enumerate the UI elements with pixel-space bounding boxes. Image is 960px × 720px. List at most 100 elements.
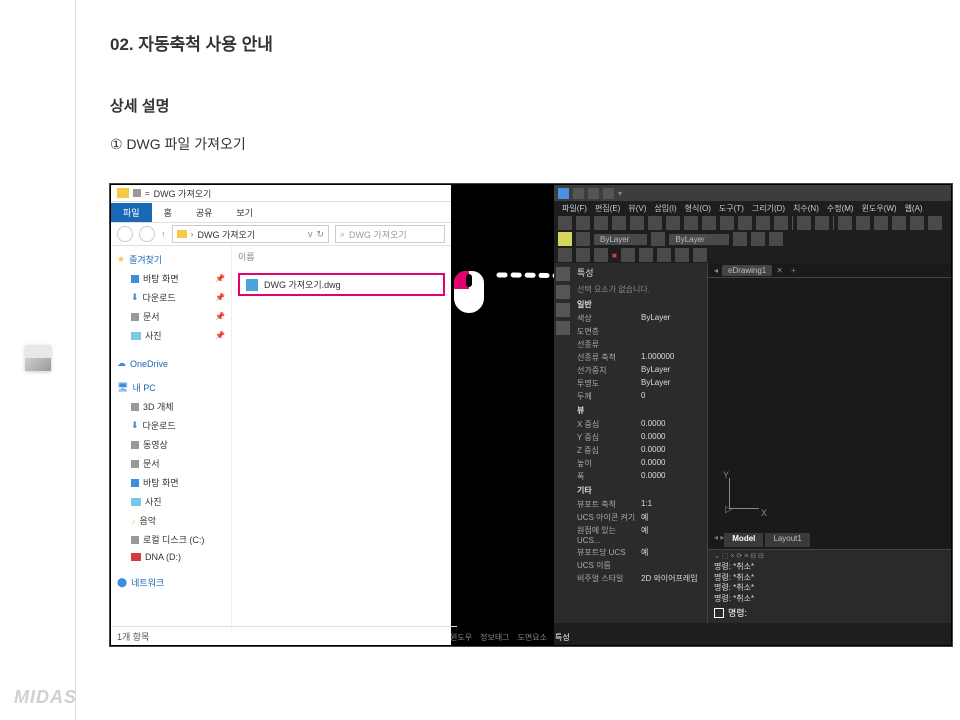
tab-view[interactable]: 보기: [224, 203, 265, 222]
tool-icon[interactable]: [648, 216, 662, 230]
tool-icon[interactable]: [815, 216, 829, 230]
menu-item[interactable]: 웹(A): [905, 203, 923, 214]
sidebar-onedrive[interactable]: ☁OneDrive: [111, 355, 231, 372]
status-item[interactable]: 윈도우: [450, 632, 472, 643]
tool-icon[interactable]: [756, 216, 770, 230]
menu-item[interactable]: 형식(O): [685, 203, 711, 214]
linetype-select[interactable]: ByLayer: [669, 234, 728, 245]
tab-share[interactable]: 공유: [184, 203, 225, 222]
tool-icon[interactable]: [675, 248, 689, 262]
panel-title: 특성: [572, 263, 707, 282]
tool-icon[interactable]: [928, 216, 942, 230]
tool-icon[interactable]: [558, 216, 572, 230]
menu-item[interactable]: 파일(F): [562, 203, 587, 214]
status-item[interactable]: 특성: [555, 632, 570, 643]
tool-icon[interactable]: [576, 248, 590, 262]
tab-file[interactable]: 파일: [111, 203, 152, 222]
menu-item[interactable]: 도구(T): [719, 203, 744, 214]
cad-canvas[interactable]: ◂ eDrawing1 ✕ + Y X ▷ ◂ ▸: [708, 263, 951, 623]
tool-icon[interactable]: [856, 216, 870, 230]
close-icon[interactable]: ✕: [776, 266, 783, 275]
column-header[interactable]: 이름: [232, 246, 451, 267]
sidebar-network[interactable]: ⬤네트워크: [111, 573, 231, 592]
folder-icon: [177, 230, 187, 238]
menu-item[interactable]: 삽입(I): [654, 203, 676, 214]
tool-icon[interactable]: [733, 232, 747, 246]
tool-icon[interactable]: [651, 232, 665, 246]
nav-up-icon[interactable]: ↑: [161, 229, 166, 239]
tool-icon[interactable]: [612, 216, 626, 230]
sidebar-item[interactable]: 바탕 화면📌: [111, 269, 231, 288]
menu-item[interactable]: 그리기(D): [752, 203, 785, 214]
address-box[interactable]: › DWG 가져오기 v ↻: [172, 225, 330, 243]
sidebar-item[interactable]: ⬇다운로드📌: [111, 288, 231, 307]
search-input[interactable]: ⌕ DWG 가져오기: [335, 225, 445, 243]
nav-fwd-icon[interactable]: [139, 226, 155, 242]
sidebar-item[interactable]: 사진: [111, 492, 231, 511]
sidebar-item[interactable]: 바탕 화면: [111, 473, 231, 492]
tool-icon[interactable]: [684, 216, 698, 230]
qa-icon[interactable]: [573, 188, 584, 199]
sidebar-item[interactable]: ♪음악: [111, 511, 231, 530]
nav-back-icon[interactable]: [117, 226, 133, 242]
menu-item[interactable]: 치수(N): [793, 203, 819, 214]
sidebar-item[interactable]: 문서: [111, 454, 231, 473]
layer-select[interactable]: ByLayer: [594, 234, 647, 245]
tool-icon[interactable]: [556, 321, 570, 335]
sidebar-item[interactable]: 문서📌: [111, 307, 231, 326]
tool-icon[interactable]: [693, 248, 707, 262]
menu-item[interactable]: 윈도우(W): [862, 203, 897, 214]
tab-nav-icon[interactable]: ◂ ▸: [714, 533, 724, 547]
tool-icon[interactable]: [751, 232, 765, 246]
plus-icon[interactable]: +: [791, 266, 796, 275]
tool-icon[interactable]: [558, 232, 572, 246]
tool-icon[interactable]: [657, 248, 671, 262]
menu-item[interactable]: 편집(E): [595, 203, 620, 214]
menu-item[interactable]: 수정(M): [827, 203, 854, 214]
qa-icon[interactable]: [603, 188, 614, 199]
tool-icon[interactable]: [594, 248, 608, 262]
cad-app-window: ▾ 파일(F) 편집(E) 뷰(V) 삽입(I) 형식(O) 도구(T) 그리기…: [554, 185, 951, 645]
tool-icon[interactable]: [558, 248, 572, 262]
tool-icon[interactable]: [769, 232, 783, 246]
tool-icon[interactable]: [874, 216, 888, 230]
sidebar-item[interactable]: 3D 개체: [111, 397, 231, 416]
prop-section: 일반: [572, 297, 707, 312]
chevron-left-icon[interactable]: ◂: [714, 266, 718, 275]
qa-icon[interactable]: [588, 188, 599, 199]
tool-icon[interactable]: [576, 232, 590, 246]
sidebar-item[interactable]: ⬇다운로드: [111, 416, 231, 435]
status-item[interactable]: 정보태그: [480, 632, 509, 643]
tool-icon[interactable]: [774, 216, 788, 230]
menu-item[interactable]: 뷰(V): [628, 203, 646, 214]
command-input[interactable]: 명령:: [714, 606, 945, 619]
tool-icon[interactable]: [630, 216, 644, 230]
model-tab[interactable]: Model: [724, 533, 763, 547]
tool-icon[interactable]: [838, 216, 852, 230]
tool-icon[interactable]: [621, 248, 635, 262]
sidebar-item[interactable]: DNA (D:): [111, 549, 231, 565]
drawing-tab[interactable]: eDrawing1: [722, 265, 772, 276]
tool-icon[interactable]: [910, 216, 924, 230]
tool-icon[interactable]: [666, 216, 680, 230]
tool-icon[interactable]: [556, 267, 570, 281]
sidebar-quick-access[interactable]: ★즐겨찾기: [111, 250, 231, 269]
tool-icon[interactable]: [556, 303, 570, 317]
tool-icon[interactable]: [556, 285, 570, 299]
status-item[interactable]: 도면요소: [518, 632, 547, 643]
tab-home[interactable]: 홈: [152, 203, 184, 222]
sidebar-item[interactable]: 동영상: [111, 435, 231, 454]
tool-icon[interactable]: [594, 216, 608, 230]
tool-icon[interactable]: [639, 248, 653, 262]
tool-icon[interactable]: [797, 216, 811, 230]
tool-icon[interactable]: [720, 216, 734, 230]
sidebar-item[interactable]: 사진📌: [111, 326, 231, 345]
tool-icon[interactable]: [576, 216, 590, 230]
tool-icon[interactable]: [702, 216, 716, 230]
sidebar-thispc[interactable]: 🖥내 PC: [111, 378, 231, 397]
tool-icon[interactable]: [892, 216, 906, 230]
file-item-dwg[interactable]: DWG 가져오기.dwg: [238, 273, 445, 296]
tool-icon[interactable]: [738, 216, 752, 230]
sidebar-item[interactable]: 로컬 디스크 (C:): [111, 530, 231, 549]
layout-tab[interactable]: Layout1: [765, 533, 809, 547]
